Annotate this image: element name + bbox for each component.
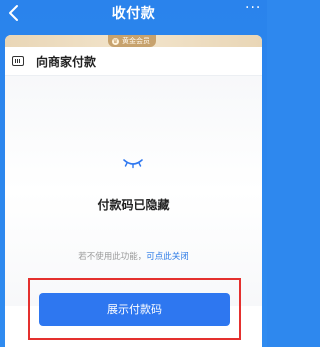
more-icon[interactable]: ··· bbox=[245, 1, 261, 18]
pay-merchant-label: 向商家付款 bbox=[36, 54, 97, 69]
hint-text: 若不使用此功能， bbox=[78, 252, 147, 262]
page-title: 收付款 bbox=[111, 6, 156, 22]
show-payment-code-button[interactable]: 展示付款码 bbox=[39, 293, 230, 326]
payment-page: 收付款 ··· ♛ 黄金会员 向商家付款 付款码已隐藏 若不使用此功能，可点此关… bbox=[0, 0, 267, 347]
barcode-icon bbox=[12, 56, 24, 66]
crown-icon: ♛ bbox=[112, 37, 119, 45]
close-feature-link[interactable]: 可点此关闭 bbox=[146, 252, 189, 262]
vip-label: 黄金会员 bbox=[122, 37, 150, 45]
code-hidden-title: 付款码已隐藏 bbox=[97, 198, 170, 212]
vip-badge[interactable]: ♛ 黄金会员 bbox=[108, 35, 156, 47]
pay-merchant-row[interactable]: 向商家付款 bbox=[5, 47, 262, 76]
hint-line: 若不使用此功能，可点此关闭 bbox=[5, 250, 262, 262]
top-nav-bar: 收付款 ··· bbox=[0, 0, 267, 28]
vip-strip: ♛ 黄金会员 bbox=[5, 35, 262, 47]
hidden-code-area: 付款码已隐藏 若不使用此功能，可点此关闭 bbox=[5, 76, 262, 306]
closed-eye-icon bbox=[121, 154, 145, 169]
